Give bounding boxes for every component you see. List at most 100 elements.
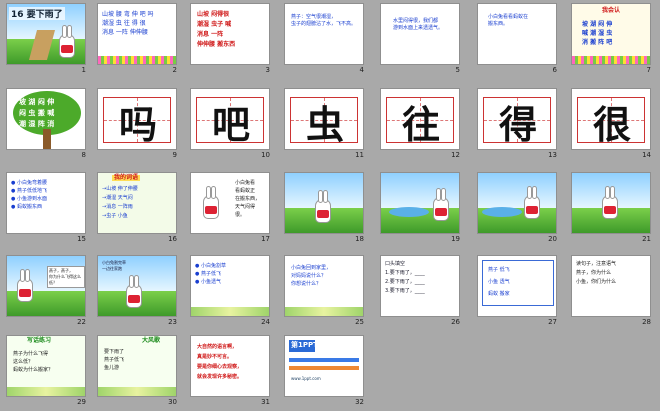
slide-number: 1 [81,66,86,74]
slide-27-canvas: 燕子 低飞 小鱼 透气 蚂蚁 搬家 [477,255,557,317]
large-character: 吗 [118,101,157,147]
slide-thumb-12[interactable]: 往 12 [380,88,460,159]
slide-thumb-19[interactable]: 19 [380,172,460,243]
slide-4-canvas: 燕子：空气很潮湿， 虫子的翅膀沾了水，飞不高。 [284,3,364,65]
slide-number: 5 [455,66,460,74]
slide-17-canvas: 小白兔看 看蚂蚁正 在搬东西， 天气闷得 很。 [190,172,270,234]
slide-11-canvas: 虫 [284,88,364,150]
large-character: 虫 [305,101,344,147]
slide-thumb-15[interactable]: ● 小白兔弯着腰 ● 燕子低低地飞 ● 小鱼游到水面 ● 蚂蚁搬东西 15 [6,172,86,243]
slide-20-canvas [477,172,557,234]
slide-1-title: 16 要下雨了 [9,7,65,20]
slide-thumb-21[interactable]: 21 [571,172,651,243]
slide-thumb-2[interactable]: 山坡 腰 弯 伸 吧 吗 潮湿 虫 往 得 很 消息 一阵 伸伸腰 2 [97,3,177,74]
slide-21-canvas [571,172,651,234]
slide-number: 26 [451,318,460,326]
slide-32-canvas: 第1PPT www.1ppt.com [284,335,364,397]
slide-2-canvas: 山坡 腰 弯 伸 吧 吗 潮湿 虫 往 得 很 消息 一阵 伸伸腰 [97,3,177,65]
slide-23-canvas: 小白兔割完草 一边往家跑 [97,255,177,317]
slide-number: 4 [359,66,364,74]
slide-thumb-25[interactable]: 小白兔回到家里， 对妈妈说什么？ 你想说什么？ 25 [284,255,364,326]
slide-thumb-8[interactable]: 坡 湖 闷 伸 闷 虫 搬 喊 潮 湿 阵 消 8 [6,88,86,159]
slide-3-canvas: 山坡 闷得很 潮湿 虫子 喊 消息 一阵 伸伸腰 搬东西 [190,3,270,65]
slide-sorter-grid: 16 要下雨了 1 山坡 腰 弯 伸 吧 吗 潮湿 虫 往 得 很 消息 一阵 … [0,0,660,411]
slide-number: 12 [451,151,460,159]
slide-13-canvas: 得 [477,88,557,150]
slide-number: 20 [548,235,557,243]
slide-number: 16 [168,235,177,243]
slide-10-canvas: 吧 [190,88,270,150]
slide-number: 17 [261,235,270,243]
slide-thumb-13[interactable]: 得 13 [477,88,557,159]
slide-thumb-26[interactable]: 口头填空 1.要下雨了，____ 2.要下雨了，____ 3.要下雨了，____… [380,255,460,326]
slide-number: 22 [77,318,86,326]
slide-number: 14 [642,151,651,159]
slide-thumb-32[interactable]: 第1PPT www.1ppt.com 32 [284,335,364,406]
large-character: 吧 [211,101,250,147]
slide-thumb-30[interactable]: 大风歌 要下雨了 燕子低飞 鱼儿游 30 [97,335,177,406]
slide-number: 3 [265,66,270,74]
slide-thumb-31[interactable]: 大自然的语言啊， 真是妙不可言。 要是你细心去观察， 就会发现许多秘密。 31 [190,335,270,406]
slide-number: 31 [261,398,270,406]
slide-thumb-1[interactable]: 16 要下雨了 1 [6,3,86,74]
slide-18-canvas [284,172,364,234]
large-character: 很 [592,101,631,147]
slide-number: 21 [642,235,651,243]
brand-logo-text: 第1PPT [291,341,318,349]
slide-25-canvas: 小白兔回到家里， 对妈妈说什么？ 你想说什么？ [284,255,364,317]
slide-8-canvas: 坡 湖 闷 伸 闷 虫 搬 喊 潮 湿 阵 消 [6,88,86,150]
slide-thumb-11[interactable]: 虫 11 [284,88,364,159]
slide-thumb-10[interactable]: 吧 10 [190,88,270,159]
slide-number: 25 [355,318,364,326]
slide-16-canvas: 我的词语 →山坡 伸了伸腰 →潮湿 天气闷 →消息 一阵雨 →虫子 小鱼 [97,172,177,234]
slide-31-canvas: 大自然的语言啊， 真是妙不可言。 要是你细心去观察， 就会发现许多秘密。 [190,335,270,397]
slide-thumb-27[interactable]: 燕子 低飞 小鱼 透气 蚂蚁 搬家 27 [477,255,557,326]
slide-14-canvas: 很 [571,88,651,150]
slide-number: 11 [355,151,364,159]
slide-thumb-9[interactable]: 吗 9 [97,88,177,159]
slide-number: 15 [77,235,86,243]
slide-thumb-28[interactable]: 读句子，注意语气 燕子，你为什么 小鱼，你们为什么 28 [571,255,651,326]
slide-thumb-20[interactable]: 20 [477,172,557,243]
slide-9-canvas: 吗 [97,88,177,150]
large-character: 得 [498,101,537,147]
slide-thumb-14[interactable]: 很 14 [571,88,651,159]
slide-number: 23 [168,318,177,326]
slide-26-canvas: 口头填空 1.要下雨了，____ 2.要下雨了，____ 3.要下雨了，____ [380,255,460,317]
slide-number: 18 [355,235,364,243]
slide-5-canvas: 水里闷得很，我们都 游到水面上来透透气。 [380,3,460,65]
slide-thumb-17[interactable]: 小白兔看 看蚂蚁正 在搬东西， 天气闷得 很。 17 [190,172,270,243]
slide-thumb-24[interactable]: ● 小白兔割草 ● 燕子低飞 ● 小鱼透气 24 [190,255,270,326]
slide-number: 29 [77,398,86,406]
slide-thumb-29[interactable]: 写话练习 燕子为什么飞得 这么低？ 蚂蚁为什么搬家？ 29 [6,335,86,406]
slide-thumb-3[interactable]: 山坡 闷得很 潮湿 虫子 喊 消息 一阵 伸伸腰 搬东西 3 [190,3,270,74]
large-character: 往 [401,101,440,147]
slide-thumb-4[interactable]: 燕子：空气很潮湿， 虫子的翅膀沾了水，飞不高。 4 [284,3,364,74]
slide-number: 30 [168,398,177,406]
slide-number: 28 [642,318,651,326]
slide-1-canvas: 16 要下雨了 [6,3,86,65]
slide-22-canvas: 燕子，燕子， 你为什么飞得这么低？ [6,255,86,317]
slide-12-canvas: 往 [380,88,460,150]
slide-thumb-22[interactable]: 燕子，燕子， 你为什么飞得这么低？ 22 [6,255,86,326]
slide-15-canvas: ● 小白兔弯着腰 ● 燕子低低地飞 ● 小鱼游到水面 ● 蚂蚁搬东西 [6,172,86,234]
slide-thumb-18[interactable]: 18 [284,172,364,243]
slide-thumb-6[interactable]: 小白兔看看蚂蚁在 搬东西。 6 [477,3,557,74]
slide-number: 2 [172,66,177,74]
slide-6-canvas: 小白兔看看蚂蚁在 搬东西。 [477,3,557,65]
slide-number: 8 [81,151,86,159]
slide-thumb-5[interactable]: 水里闷得很，我们都 游到水面上来透透气。 5 [380,3,460,74]
slide-30-canvas: 大风歌 要下雨了 燕子低飞 鱼儿游 [97,335,177,397]
slide-19-canvas [380,172,460,234]
slide-number: 24 [261,318,270,326]
slide-number: 13 [548,151,557,159]
slide-thumb-23[interactable]: 小白兔割完草 一边往家跑 23 [97,255,177,326]
slide-number: 10 [261,151,270,159]
slide-thumb-16[interactable]: 我的词语 →山坡 伸了伸腰 →潮湿 天气闷 →消息 一阵雨 →虫子 小鱼 16 [97,172,177,243]
slide-number: 32 [355,398,364,406]
slide-thumb-7[interactable]: 我会认 坡 湖 闷 伸 喊 潮 湿 虫 消 搬 阵 吧 7 [571,3,651,74]
slide-number: 7 [646,66,651,74]
slide-29-canvas: 写话练习 燕子为什么飞得 这么低？ 蚂蚁为什么搬家？ [6,335,86,397]
slide-24-canvas: ● 小白兔割草 ● 燕子低飞 ● 小鱼透气 [190,255,270,317]
slide-28-canvas: 读句子，注意语气 燕子，你为什么 小鱼，你们为什么 [571,255,651,317]
